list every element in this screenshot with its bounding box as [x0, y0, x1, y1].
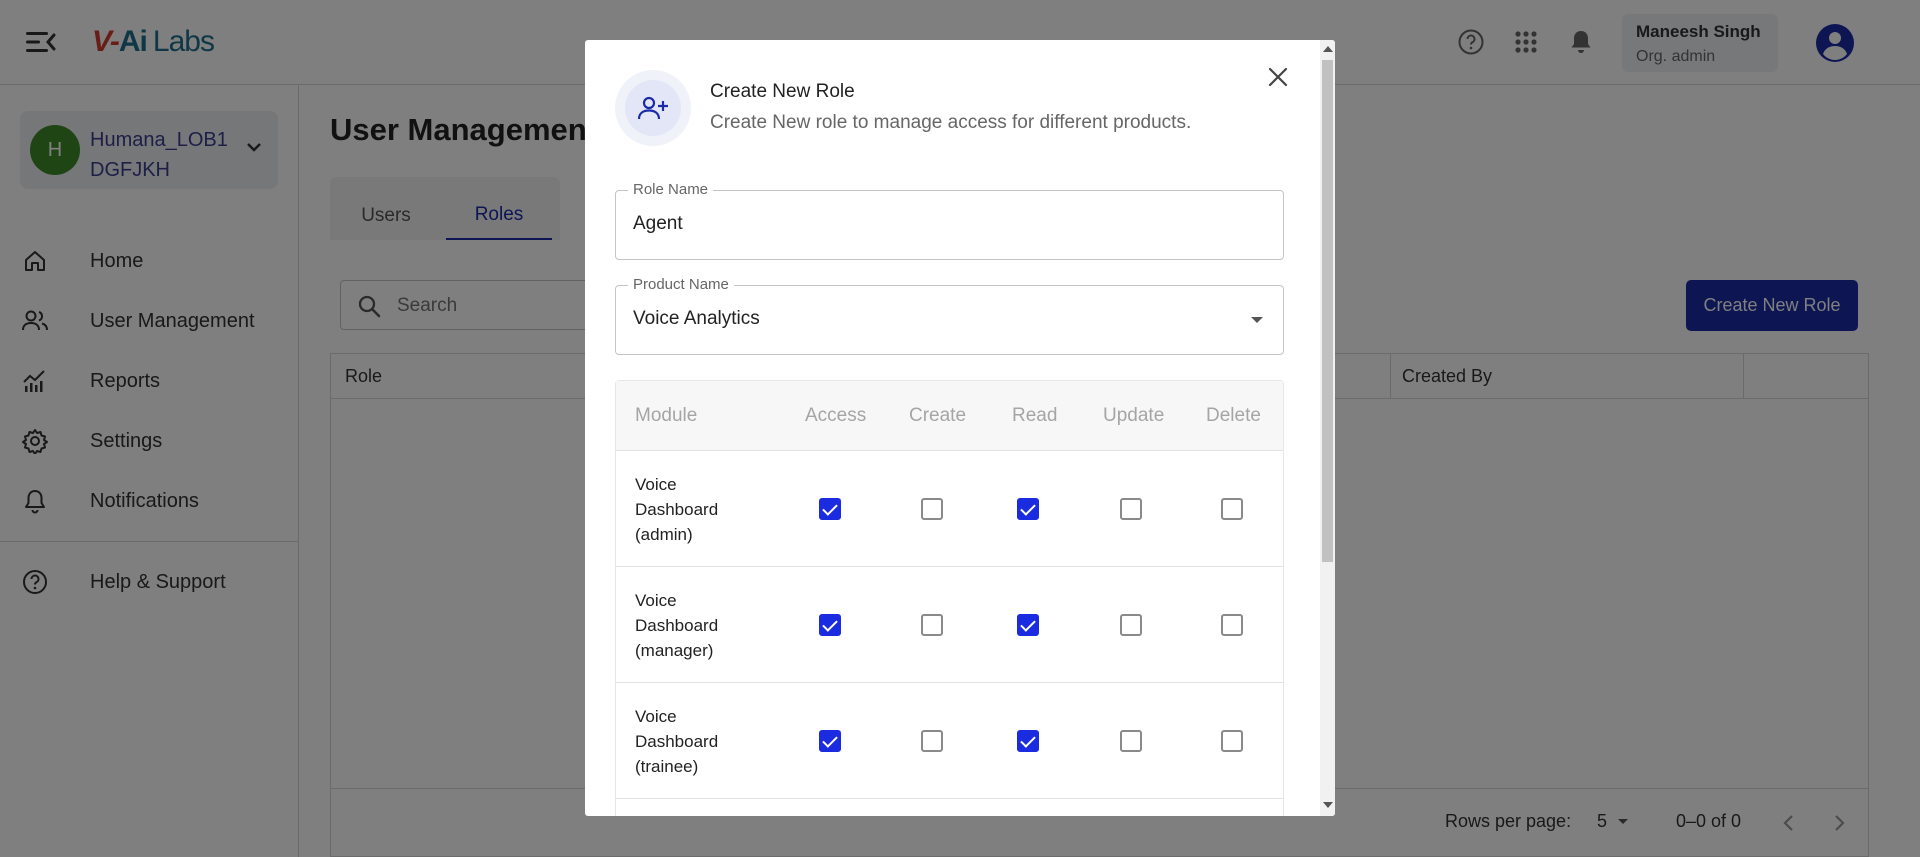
permissions-header: Module Access Create Read Update Delete	[616, 381, 1283, 451]
delete-checkbox[interactable]	[1221, 730, 1243, 752]
dialog-scrollbar[interactable]	[1320, 40, 1335, 816]
column-header-access: Access	[805, 405, 867, 426]
scroll-up-icon[interactable]	[1323, 46, 1333, 52]
permission-row: Voice Dashboard (admin)	[616, 451, 1283, 567]
column-header-read: Read	[1012, 405, 1058, 426]
read-checkbox[interactable]	[1017, 498, 1039, 520]
read-checkbox[interactable]	[1017, 614, 1039, 636]
update-checkbox[interactable]	[1120, 730, 1142, 752]
column-header-module: Module	[635, 405, 698, 426]
permission-row: Voice Dashboard (trainee)	[616, 683, 1283, 799]
product-name-select[interactable]: Voice Analytics	[633, 308, 1233, 330]
update-checkbox[interactable]	[1120, 614, 1142, 636]
module-name: Voice Dashboard (trainee)	[635, 707, 719, 776]
delete-checkbox[interactable]	[1221, 498, 1243, 520]
product-name-label: Product Name	[628, 276, 734, 293]
dialog-content: Create New Role Create New role to manag…	[585, 40, 1320, 816]
module-name: Voice Dashboard (manager)	[635, 591, 719, 660]
role-name-field: Role Name	[615, 181, 1284, 260]
column-header-update: Update	[1103, 405, 1165, 426]
module-name: Voice Dashboard (admin)	[635, 475, 719, 544]
permissions-table: Module Access Create Read Update Delete …	[615, 380, 1284, 816]
dialog-subtitle: Create New role to manage access for dif…	[710, 112, 1192, 133]
role-name-input[interactable]	[633, 213, 1233, 235]
product-name-field[interactable]: Product Name Voice Analytics	[615, 276, 1284, 355]
access-checkbox[interactable]	[819, 614, 841, 636]
scroll-down-icon[interactable]	[1323, 802, 1333, 808]
role-name-label: Role Name	[628, 181, 714, 198]
permission-row: Voice Dashboard (manager)	[616, 567, 1283, 683]
add-user-icon	[625, 80, 681, 136]
role-icon-badge	[615, 70, 691, 146]
column-header-create: Create	[909, 405, 967, 426]
delete-checkbox[interactable]	[1221, 614, 1243, 636]
caret-down-icon	[1251, 317, 1263, 323]
close-icon[interactable]	[1263, 62, 1293, 92]
update-checkbox[interactable]	[1120, 498, 1142, 520]
create-checkbox[interactable]	[921, 730, 943, 752]
column-header-delete: Delete	[1206, 405, 1261, 426]
dialog-title: Create New Role	[710, 81, 855, 102]
read-checkbox[interactable]	[1017, 730, 1039, 752]
create-checkbox[interactable]	[921, 614, 943, 636]
create-checkbox[interactable]	[921, 498, 943, 520]
access-checkbox[interactable]	[819, 498, 841, 520]
scrollbar-thumb[interactable]	[1322, 60, 1333, 562]
access-checkbox[interactable]	[819, 730, 841, 752]
create-role-dialog: Create New Role Create New role to manag…	[585, 40, 1335, 816]
